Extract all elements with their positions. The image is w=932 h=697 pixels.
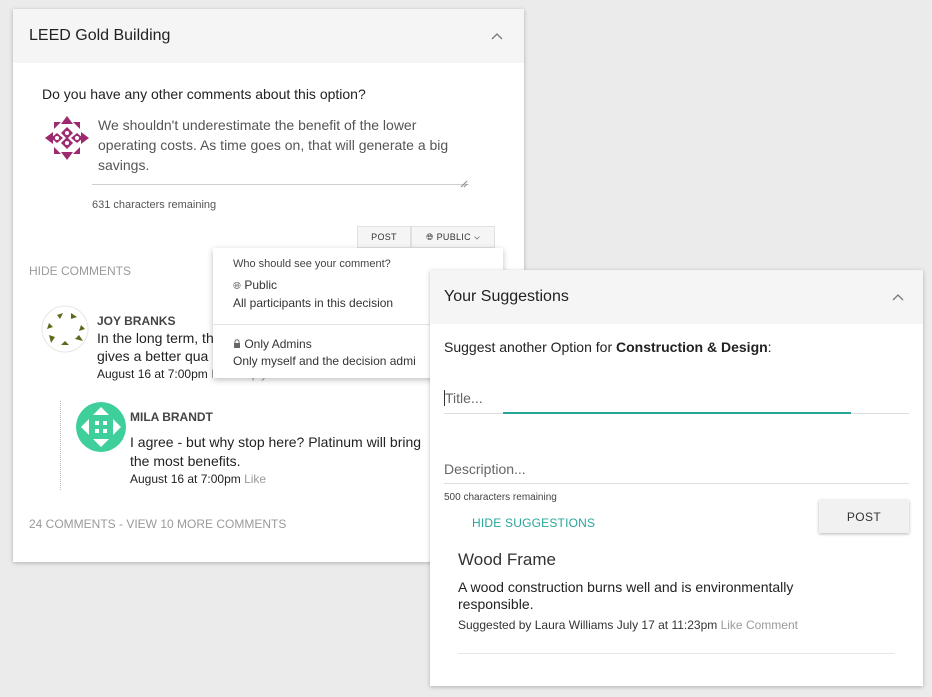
comment-textarea[interactable]: We shouldn't underestimate the benefit o… — [92, 115, 469, 188]
visibility-button[interactable]: 🌐︎ PUBLIC — [411, 226, 495, 248]
chevron-up-icon[interactable] — [887, 286, 909, 308]
option-label: Public — [244, 278, 278, 292]
comment-author: JOY BRANKS — [97, 314, 176, 328]
description-placeholder: Description... — [444, 461, 526, 477]
comment-link[interactable]: Comment — [746, 618, 798, 632]
hide-suggestions-link[interactable]: HIDE SUGGESTIONS — [472, 516, 595, 530]
card-title: LEED Gold Building — [29, 27, 171, 44]
option-label-row: Only Admins — [233, 337, 312, 352]
view-more-comments-link[interactable]: 24 COMMENTS - VIEW 10 MORE COMMENTS — [29, 517, 286, 531]
chevron-up-icon[interactable] — [486, 25, 508, 47]
avatar — [76, 402, 126, 452]
option-label: Only Admins — [244, 337, 312, 351]
post-button[interactable]: POST — [357, 226, 411, 248]
hide-comments-link[interactable]: HIDE COMMENTS — [29, 264, 131, 278]
dropdown-header: Who should see your comment? — [233, 258, 391, 270]
title-input[interactable]: Title... — [444, 388, 909, 414]
avatar — [42, 113, 92, 163]
comment-date: August 16 at 7:00pm — [130, 472, 241, 486]
input-focus-underline — [503, 412, 851, 414]
comment-text-line: the most benefits. — [130, 453, 241, 469]
thread-divider — [60, 401, 61, 490]
comment-text-line: gives a better qua — [97, 348, 209, 364]
suggestion-title: Wood Frame — [458, 550, 556, 569]
comment-text-line: I agree - but why stop here? Platinum wi… — [130, 434, 422, 450]
comment-text: We shouldn't underestimate the benefit o… — [98, 117, 449, 173]
comment-author: MILA BRANDT — [130, 410, 213, 424]
comment-meta: August 16 at 7:00pm Like — [130, 472, 266, 486]
chars-remaining: 631 characters remaining — [92, 199, 217, 211]
lock-icon — [233, 338, 241, 352]
suggest-prompt: Suggest another Option for Construction … — [444, 339, 772, 355]
suggestions-header[interactable]: Your Suggestions — [430, 270, 923, 324]
like-link[interactable]: Like — [244, 472, 266, 486]
option-description: Only myself and the decision admi — [233, 354, 416, 368]
suggestion-byline: Suggested by Laura Williams July 17 at 1… — [458, 618, 718, 632]
suggestion-item: Wood Frame A wood construction burns wel… — [458, 550, 895, 654]
option-description: All participants in this decision — [233, 296, 394, 310]
title-placeholder: Title... — [445, 390, 483, 406]
option-label-row: 🌐︎ Public — [233, 278, 277, 292]
globe-icon: 🌐︎ — [426, 231, 434, 242]
chars-remaining: 500 characters remaining — [444, 492, 557, 503]
comment-date: August 16 at 7:00pm — [97, 367, 208, 381]
suggestions-card: Your Suggestions Suggest another Option … — [430, 270, 923, 686]
suggestion-description: A wood construction burns well and is en… — [458, 579, 794, 612]
like-link[interactable]: Like — [721, 618, 743, 632]
resize-handle-icon[interactable] — [460, 175, 468, 188]
suggestion-meta: Suggested by Laura Williams July 17 at 1… — [458, 618, 798, 632]
leed-gold-header[interactable]: LEED Gold Building — [13, 9, 524, 63]
card-title: Your Suggestions — [444, 288, 569, 305]
chevron-down-icon — [474, 232, 480, 242]
comment-text-line: In the long term, th — [97, 330, 214, 346]
description-input[interactable]: Description... — [444, 460, 909, 484]
comment-question: Do you have any other comments about thi… — [42, 86, 366, 102]
avatar — [41, 305, 89, 353]
globe-icon: 🌐︎ — [233, 281, 241, 292]
category-name: Construction & Design — [616, 339, 768, 355]
post-button[interactable]: POST — [819, 500, 909, 533]
